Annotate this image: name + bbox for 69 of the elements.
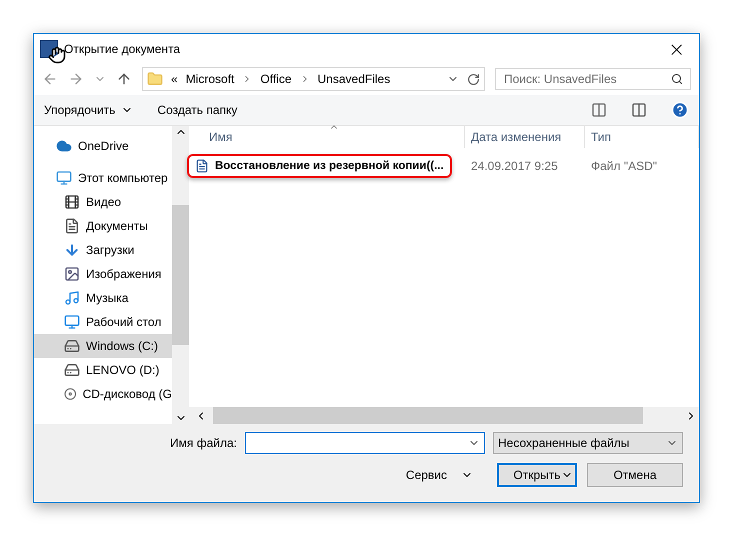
music-note-icon: [64, 290, 80, 306]
nav-item[interactable]: CD-дисковод (G: [34, 382, 172, 406]
nav-label: LENOVO (D:): [86, 363, 160, 377]
disc-icon: [64, 386, 77, 402]
image-icon: [64, 266, 80, 282]
nav-item[interactable]: Windows (C:): [34, 334, 172, 358]
drive-icon: [64, 338, 80, 354]
filename-field[interactable]: [245, 432, 485, 454]
organize-button[interactable]: Упорядочить: [44, 103, 134, 117]
monitor-icon: [56, 170, 72, 186]
table-cell-text: 24.09.2017 9:25: [470, 159, 559, 173]
help-icon[interactable]: [671, 101, 689, 119]
nav-label: Загрузки: [86, 243, 134, 257]
cancel-button[interactable]: Отмена: [587, 463, 683, 487]
column-header[interactable]: Тип: [585, 126, 699, 148]
nav-item[interactable]: OneDrive: [34, 134, 172, 158]
scroll-thumb[interactable]: [213, 407, 643, 424]
nav-label: Изображения: [86, 267, 162, 281]
nav-item[interactable]: Документы: [34, 214, 172, 238]
file-name[interactable]: Восстановление из резервной копии((...: [187, 154, 452, 178]
search-icon: [671, 73, 683, 85]
vertical-scrollbar[interactable]: [172, 126, 189, 424]
search-field[interactable]: Поиск: UnsavedFiles: [495, 68, 691, 90]
horizontal-scrollbar[interactable]: [189, 407, 699, 424]
open-button[interactable]: Открыть: [497, 463, 577, 487]
nav-label: Музыка: [86, 291, 128, 305]
breadcrumb-overflow[interactable]: «: [171, 72, 178, 86]
hand-cursor-icon: [48, 46, 66, 64]
nav-label: Видео: [86, 195, 122, 209]
preview-pane-icon[interactable]: [631, 102, 647, 118]
window-title: Открытие документа: [64, 42, 182, 56]
document-icon: [64, 218, 80, 234]
nav-label: Этот компьютер: [78, 171, 168, 185]
close-button[interactable]: ×: [660, 36, 693, 60]
column-header[interactable]: Имя: [189, 126, 465, 148]
nav-label: Рабочий стол: [86, 315, 162, 329]
view-options-icon[interactable]: [591, 102, 607, 118]
nav-item[interactable]: Этот компьютер: [34, 166, 172, 190]
nav-item[interactable]: Загрузки: [34, 238, 172, 262]
cloud-icon: [56, 138, 72, 154]
nav-label: CD-дисковод (G: [82, 387, 172, 401]
file-icon: [195, 159, 209, 173]
scroll-thumb[interactable]: [172, 205, 189, 345]
breadcrumb-item[interactable]: UnsavedFiles: [318, 72, 390, 86]
nav-label: Windows (C:): [86, 339, 158, 353]
new-folder-button[interactable]: Создать папку: [157, 103, 238, 117]
drive-icon: [64, 362, 80, 378]
nav-item[interactable]: Рабочий стол: [34, 310, 172, 334]
tools-button[interactable]: Сервис: [400, 467, 479, 483]
breadcrumb-item[interactable]: Office: [260, 72, 292, 86]
nav-label: Документы: [86, 219, 148, 233]
back-icon[interactable]: [42, 71, 58, 87]
nav-item[interactable]: Изображения: [34, 262, 172, 286]
nav-item[interactable]: Музыка: [34, 286, 172, 310]
file-type-dropdown[interactable]: Несохраненные файлы: [493, 432, 683, 454]
breadcrumb-item[interactable]: Microsoft: [186, 72, 234, 86]
up-icon[interactable]: [116, 71, 132, 87]
forward-icon[interactable]: [68, 71, 84, 87]
folder-icon: [147, 71, 163, 87]
nav-item[interactable]: Видео: [34, 190, 172, 214]
nav-item[interactable]: LENOVO (D:): [34, 358, 172, 382]
monitor-icon: [64, 314, 80, 330]
column-header[interactable]: Дата изменения: [465, 126, 585, 148]
address-bar[interactable]: « Microsoft Office UnsavedFiles: [142, 67, 485, 91]
table-cell-text: Файл "ASD": [590, 159, 658, 173]
refresh-icon[interactable]: [467, 72, 480, 86]
nav-label: OneDrive: [78, 139, 129, 153]
filename-label: Имя файла:: [170, 436, 237, 450]
film-icon: [64, 194, 80, 210]
